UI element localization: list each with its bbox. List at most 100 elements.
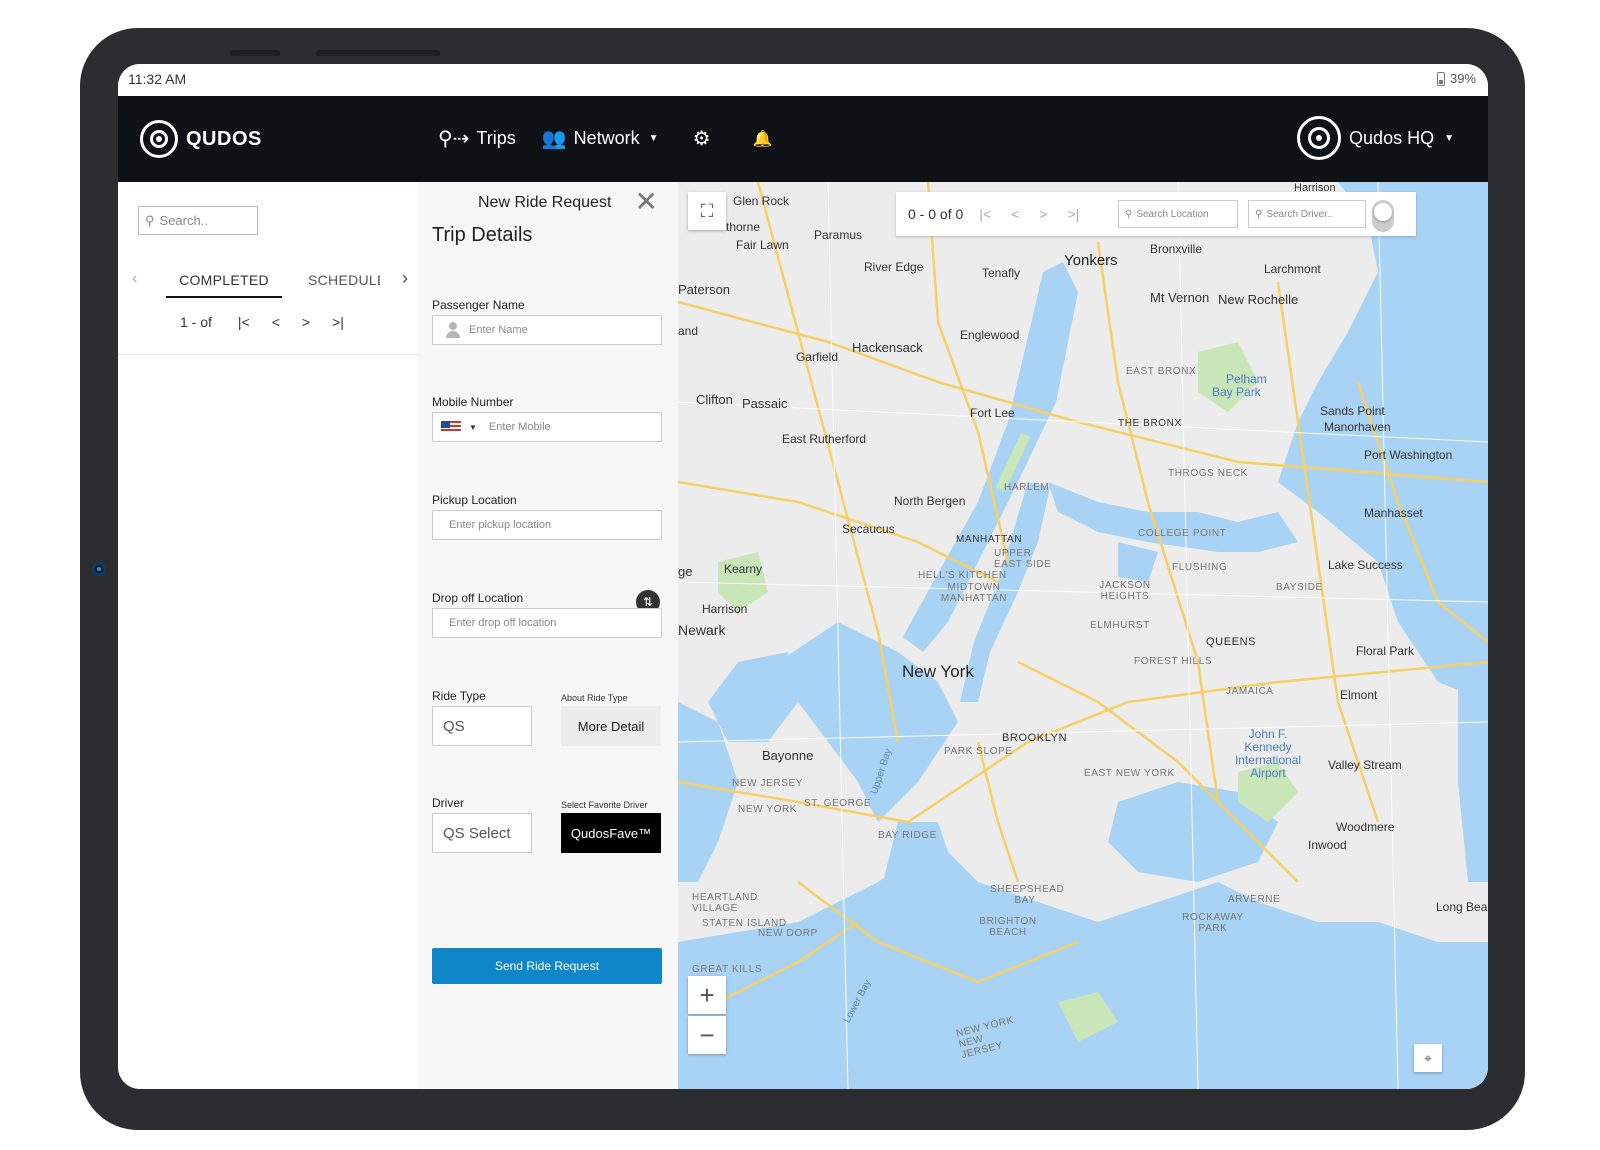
mobile-input[interactable]: ▼ Enter Mobile <box>432 412 662 442</box>
nav-item-network[interactable]: 👥 Network ▼ <box>542 126 659 151</box>
map-label: Bay Park <box>1212 385 1261 399</box>
map-label: HELL'S KITCHEN <box>918 570 1007 581</box>
close-icon[interactable]: ✕ <box>635 188 658 216</box>
battery-indicator: 39% <box>1436 71 1476 86</box>
search-location-input[interactable]: ⚲ Search Location <box>1118 200 1238 228</box>
map-label: NEW DORP <box>758 928 818 939</box>
search-driver-placeholder: Search Driver.. <box>1266 208 1333 220</box>
tab-completed[interactable]: COMPLETED <box>166 272 282 298</box>
qudos-logo-icon <box>140 120 178 158</box>
map-label: Mt Vernon <box>1150 290 1210 305</box>
brand-logo[interactable]: QUDOS <box>140 120 262 158</box>
ride-type-select[interactable]: QS <box>432 706 532 746</box>
fullscreen-icon: ⛶ <box>700 200 714 221</box>
send-ride-request-button[interactable]: Send Ride Request <box>432 948 662 984</box>
map-label: Long Bea <box>1436 900 1488 914</box>
map-label: NEW YORK <box>738 804 798 815</box>
pager-prev-button[interactable]: < <box>1011 206 1019 222</box>
pager-range: 1 - of <box>180 314 212 330</box>
search-driver-input[interactable]: ⚲ Search Driver.. <box>1248 200 1366 228</box>
passenger-name-label: Passenger Name <box>432 298 525 312</box>
status-bar: 11:32 AM 39% <box>118 64 1488 96</box>
map-view[interactable]: Glen Rock Paramus Harrison thorne Fair L… <box>678 182 1488 1089</box>
map-label: BAYSIDE <box>1276 582 1323 593</box>
settings-button[interactable]: ⚙ <box>693 126 711 151</box>
map-label: JACKSON HEIGHTS <box>1099 580 1151 602</box>
map-label: Glen Rock <box>733 194 790 208</box>
map-label: Harrison <box>702 602 748 616</box>
more-detail-button[interactable]: More Detail <box>561 706 661 746</box>
notifications-button[interactable]: 🔔 <box>753 129 773 149</box>
top-nav: QUDOS ⚲⇢ Trips 👥 Network ▼ ⚙ 🔔 Qudos HQ … <box>118 96 1488 182</box>
nav-menu: ⚲⇢ Trips 👥 Network ▼ ⚙ 🔔 <box>438 126 772 151</box>
map-label: ARVERNE <box>1228 894 1281 905</box>
passenger-name-placeholder: Enter Name <box>469 324 528 336</box>
pickup-input[interactable]: Enter pickup location <box>432 510 662 540</box>
driver-label: Driver <box>432 796 464 810</box>
map-label: Hackensack <box>852 340 923 355</box>
hardware-button <box>230 50 280 56</box>
brand-name: QUDOS <box>186 127 262 150</box>
pager-next-button[interactable]: > <box>302 314 310 330</box>
pager-first-button[interactable]: |< <box>979 206 991 222</box>
driver-toggle[interactable] <box>1372 200 1394 232</box>
map-label: HEARTLAND VILLAGE <box>692 892 758 914</box>
camera <box>92 562 106 576</box>
ride-request-form: New Ride Request ✕ Trip Details Passenge… <box>418 182 678 1089</box>
search-icon: ⚲ <box>145 212 155 228</box>
pickup-label: Pickup Location <box>432 493 517 507</box>
map-label: Kearny <box>724 562 763 576</box>
pager-last-button[interactable]: >| <box>1067 206 1079 222</box>
map-label: North Bergen <box>894 494 966 508</box>
map-label: Englewood <box>960 328 1020 342</box>
pager-prev-button[interactable]: < <box>272 314 280 330</box>
my-location-button[interactable]: ⌖ <box>1414 1044 1442 1072</box>
minus-icon: − <box>699 1019 715 1050</box>
zoom-out-button[interactable]: − <box>688 1016 726 1054</box>
map-label: THE BRONX <box>1118 418 1182 429</box>
map-label: Fort Lee <box>970 406 1015 420</box>
us-flag-icon[interactable] <box>441 421 461 433</box>
map-label: EAST BRONX <box>1126 366 1197 377</box>
people-icon: 👥 <box>541 128 567 150</box>
chevron-left-icon[interactable]: ‹ <box>132 270 137 288</box>
nav-item-trips[interactable]: ⚲⇢ Trips <box>438 126 516 151</box>
map-label: Larchmont <box>1264 262 1321 276</box>
chevron-right-icon[interactable]: › <box>402 268 408 289</box>
map-label: GREAT KILLS <box>692 964 763 975</box>
account-menu[interactable]: Qudos HQ ▼ <box>1297 116 1454 160</box>
map-label: Manorhaven <box>1324 420 1391 434</box>
pager-first-button[interactable]: |< <box>238 314 250 330</box>
map-label: THROGS NECK <box>1168 468 1248 479</box>
map-label: Tenafly <box>982 266 1021 280</box>
map-label: MANHATTAN <box>956 534 1023 545</box>
map-label: FOREST HILLS <box>1134 656 1213 667</box>
pager-next-button[interactable]: > <box>1039 206 1047 222</box>
driver-select[interactable]: QS Select <box>432 813 532 853</box>
section-title: Trip Details <box>432 224 533 246</box>
map-label: Lake Success <box>1328 558 1403 572</box>
map-label: UPPER EAST SIDE <box>994 548 1052 570</box>
map-label: PARK SLOPE <box>944 746 1013 757</box>
pager-last-button[interactable]: >| <box>332 314 344 330</box>
fullscreen-button[interactable]: ⛶ <box>688 192 726 230</box>
qudosfave-button[interactable]: QudosFave™ <box>561 813 661 853</box>
tab-scheduled[interactable]: SCHEDULE <box>308 272 380 288</box>
map-label: JAMAICA <box>1226 686 1274 697</box>
dropoff-input[interactable]: Enter drop off location <box>432 608 662 638</box>
map-label: COLLEGE POINT <box>1138 528 1227 539</box>
zoom-in-button[interactable]: + <box>688 976 726 1014</box>
trip-search-input[interactable]: ⚲ Search.. <box>138 206 258 235</box>
map-label: MIDTOWN MANHATTAN <box>940 582 1008 604</box>
pickup-placeholder: Enter pickup location <box>449 519 552 531</box>
search-icon: ⚲ <box>1125 208 1133 220</box>
nav-item-label: Network <box>573 128 640 148</box>
map-label: Sands Point <box>1320 404 1385 418</box>
map-label: Paramus <box>814 228 863 242</box>
search-location-placeholder: Search Location <box>1136 208 1209 220</box>
map-label: Woodmere <box>1336 820 1395 834</box>
chevron-down-icon: ▼ <box>469 422 477 432</box>
passenger-name-input[interactable]: Enter Name <box>432 315 662 345</box>
map-label: Newark <box>678 622 726 638</box>
map-label: ST. GEORGE <box>804 798 872 809</box>
